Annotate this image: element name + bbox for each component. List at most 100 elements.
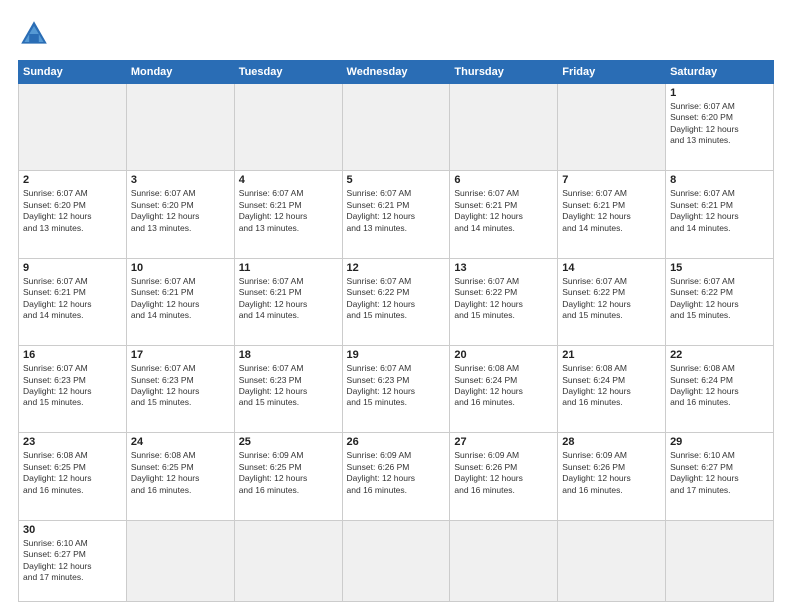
day-of-week-header: Thursday [450, 61, 558, 84]
calendar-cell: 24 Sunrise: 6:08 AM Sunset: 6:25 PM Dayli… [126, 433, 234, 520]
calendar-cell: 19 Sunrise: 6:07 AM Sunset: 6:23 PM Dayli… [342, 346, 450, 433]
calendar-cell [234, 84, 342, 171]
day-number: 25 [239, 436, 338, 448]
day-of-week-header: Monday [126, 61, 234, 84]
calendar-cell: 27 Sunrise: 6:09 AM Sunset: 6:26 PM Dayli… [450, 433, 558, 520]
calendar-cell: 12Sunrise: 6:07 AM Sunset: 6:22 PM Dayli… [342, 258, 450, 345]
calendar-cell: 3Sunrise: 6:07 AM Sunset: 6:20 PM Daylig… [126, 171, 234, 258]
day-number: 9 [23, 262, 122, 274]
calendar-cell: 13 Sunrise: 6:07 AM Sunset: 6:22 PM Dayli… [450, 258, 558, 345]
calendar-cell: 22Sunrise: 6:08 AM Sunset: 6:24 PM Dayli… [666, 346, 774, 433]
calendar-cell [126, 84, 234, 171]
page: SundayMondayTuesdayWednesdayThursdayFrid… [0, 0, 792, 612]
day-info: Sunrise: 6:07 AM Sunset: 6:21 PM Dayligh… [454, 188, 553, 234]
day-info: Sunrise: 6:08 AM Sunset: 6:25 PM Dayligh… [131, 450, 230, 496]
calendar-cell: 10 Sunrise: 6:07 AM Sunset: 6:21 PM Dayli… [126, 258, 234, 345]
logo-icon [18, 18, 50, 50]
calendar-cell: 1Sunrise: 6:07 AM Sunset: 6:20 PM Daylig… [666, 84, 774, 171]
day-of-week-header: Friday [558, 61, 666, 84]
day-of-week-header: Wednesday [342, 61, 450, 84]
day-info: Sunrise: 6:07 AM Sunset: 6:23 PM Dayligh… [23, 363, 122, 409]
day-number: 21 [562, 349, 661, 361]
day-number: 19 [347, 349, 446, 361]
calendar-cell [450, 520, 558, 601]
calendar-cell: 21 Sunrise: 6:08 AM Sunset: 6:24 PM Dayli… [558, 346, 666, 433]
calendar-week-row: 30 Sunrise: 6:10 AM Sunset: 6:27 PM Dayli… [19, 520, 774, 601]
day-info: Sunrise: 6:07 AM Sunset: 6:21 PM Dayligh… [23, 276, 122, 322]
calendar-cell: 23Sunrise: 6:08 AM Sunset: 6:25 PM Dayli… [19, 433, 127, 520]
day-of-week-header: Saturday [666, 61, 774, 84]
day-number: 29 [670, 436, 769, 448]
day-info: Sunrise: 6:08 AM Sunset: 6:24 PM Dayligh… [454, 363, 553, 409]
day-info: Sunrise: 6:07 AM Sunset: 6:21 PM Dayligh… [562, 188, 661, 234]
logo [18, 18, 54, 50]
day-number: 11 [239, 262, 338, 274]
day-number: 13 [454, 262, 553, 274]
day-info: Sunrise: 6:07 AM Sunset: 6:23 PM Dayligh… [239, 363, 338, 409]
calendar-table: SundayMondayTuesdayWednesdayThursdayFrid… [18, 60, 774, 602]
calendar-cell [558, 84, 666, 171]
day-number: 28 [562, 436, 661, 448]
day-number: 1 [670, 87, 769, 99]
calendar-cell: 26Sunrise: 6:09 AM Sunset: 6:26 PM Dayli… [342, 433, 450, 520]
day-info: Sunrise: 6:09 AM Sunset: 6:26 PM Dayligh… [347, 450, 446, 496]
day-info: Sunrise: 6:10 AM Sunset: 6:27 PM Dayligh… [670, 450, 769, 496]
calendar-cell: 4 Sunrise: 6:07 AM Sunset: 6:21 PM Daylig… [234, 171, 342, 258]
day-number: 27 [454, 436, 553, 448]
day-number: 8 [670, 174, 769, 186]
calendar-cell: 25Sunrise: 6:09 AM Sunset: 6:25 PM Dayli… [234, 433, 342, 520]
day-info: Sunrise: 6:07 AM Sunset: 6:23 PM Dayligh… [347, 363, 446, 409]
calendar-cell: 6 Sunrise: 6:07 AM Sunset: 6:21 PM Daylig… [450, 171, 558, 258]
day-of-week-header: Tuesday [234, 61, 342, 84]
calendar-week-row: 9 Sunrise: 6:07 AM Sunset: 6:21 PM Daylig… [19, 258, 774, 345]
day-number: 7 [562, 174, 661, 186]
day-info: Sunrise: 6:07 AM Sunset: 6:22 PM Dayligh… [670, 276, 769, 322]
day-info: Sunrise: 6:08 AM Sunset: 6:24 PM Dayligh… [562, 363, 661, 409]
calendar-cell: 9 Sunrise: 6:07 AM Sunset: 6:21 PM Daylig… [19, 258, 127, 345]
day-number: 17 [131, 349, 230, 361]
day-info: Sunrise: 6:07 AM Sunset: 6:21 PM Dayligh… [131, 276, 230, 322]
calendar-week-row: 1Sunrise: 6:07 AM Sunset: 6:20 PM Daylig… [19, 84, 774, 171]
day-number: 3 [131, 174, 230, 186]
calendar-cell [342, 520, 450, 601]
calendar-cell: 15 Sunrise: 6:07 AM Sunset: 6:22 PM Dayli… [666, 258, 774, 345]
day-of-week-header: Sunday [19, 61, 127, 84]
day-number: 4 [239, 174, 338, 186]
day-number: 15 [670, 262, 769, 274]
day-number: 10 [131, 262, 230, 274]
calendar-cell: 20 Sunrise: 6:08 AM Sunset: 6:24 PM Dayli… [450, 346, 558, 433]
calendar-cell: 18 Sunrise: 6:07 AM Sunset: 6:23 PM Dayli… [234, 346, 342, 433]
calendar-week-row: 16Sunrise: 6:07 AM Sunset: 6:23 PM Dayli… [19, 346, 774, 433]
day-info: Sunrise: 6:07 AM Sunset: 6:21 PM Dayligh… [670, 188, 769, 234]
day-info: Sunrise: 6:07 AM Sunset: 6:21 PM Dayligh… [239, 188, 338, 234]
day-number: 2 [23, 174, 122, 186]
day-info: Sunrise: 6:07 AM Sunset: 6:22 PM Dayligh… [454, 276, 553, 322]
day-number: 24 [131, 436, 230, 448]
day-info: Sunrise: 6:07 AM Sunset: 6:23 PM Dayligh… [131, 363, 230, 409]
day-info: Sunrise: 6:10 AM Sunset: 6:27 PM Dayligh… [23, 538, 122, 584]
calendar-cell: 8 Sunrise: 6:07 AM Sunset: 6:21 PM Daylig… [666, 171, 774, 258]
calendar-week-row: 2 Sunrise: 6:07 AM Sunset: 6:20 PM Daylig… [19, 171, 774, 258]
day-number: 20 [454, 349, 553, 361]
calendar-cell: 30 Sunrise: 6:10 AM Sunset: 6:27 PM Dayli… [19, 520, 127, 601]
day-info: Sunrise: 6:09 AM Sunset: 6:26 PM Dayligh… [562, 450, 661, 496]
day-info: Sunrise: 6:07 AM Sunset: 6:22 PM Dayligh… [347, 276, 446, 322]
day-number: 30 [23, 524, 122, 536]
calendar-cell: 17 Sunrise: 6:07 AM Sunset: 6:23 PM Dayli… [126, 346, 234, 433]
header [18, 18, 774, 50]
day-number: 18 [239, 349, 338, 361]
day-number: 6 [454, 174, 553, 186]
calendar-cell: 28 Sunrise: 6:09 AM Sunset: 6:26 PM Dayli… [558, 433, 666, 520]
calendar-cell: 7 Sunrise: 6:07 AM Sunset: 6:21 PM Daylig… [558, 171, 666, 258]
day-info: Sunrise: 6:07 AM Sunset: 6:21 PM Dayligh… [239, 276, 338, 322]
calendar-cell: 29 Sunrise: 6:10 AM Sunset: 6:27 PM Dayli… [666, 433, 774, 520]
calendar-week-row: 23 Sunrise: 6:08 AM Sunset: 6:25 PM Dayli… [19, 433, 774, 520]
calendar-cell [19, 84, 127, 171]
day-info: Sunrise: 6:09 AM Sunset: 6:26 PM Dayligh… [454, 450, 553, 496]
calendar-cell: 11 Sunrise: 6:07 AM Sunset: 6:21 PM Dayli… [234, 258, 342, 345]
day-info: Sunrise: 6:07 AM Sunset: 6:20 PM Dayligh… [23, 188, 122, 234]
day-number: 23 [23, 436, 122, 448]
calendar-cell [342, 84, 450, 171]
calendar-cell: 14Sunrise: 6:07 AM Sunset: 6:22 PM Dayli… [558, 258, 666, 345]
calendar-cell [126, 520, 234, 601]
